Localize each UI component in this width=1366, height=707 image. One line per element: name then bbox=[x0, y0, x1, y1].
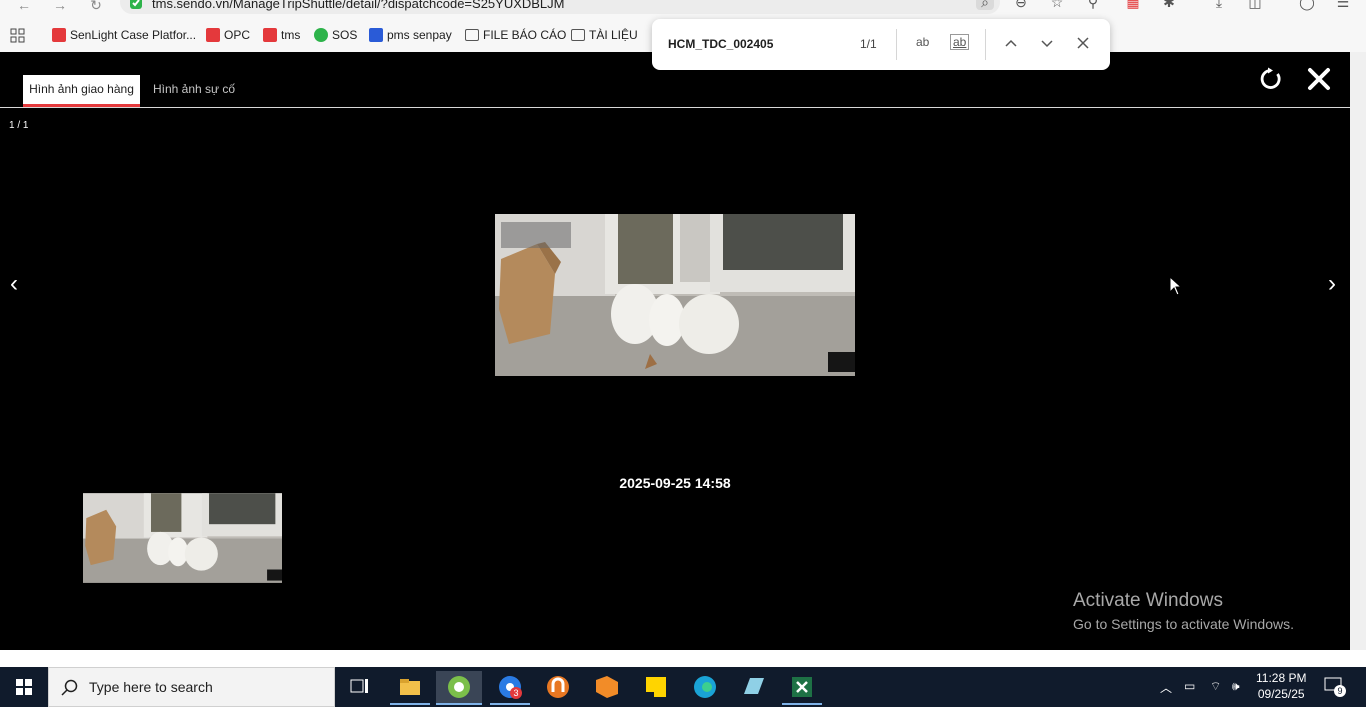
windows-start-icon[interactable] bbox=[0, 667, 48, 707]
whole-word-button[interactable]: ab bbox=[950, 34, 970, 50]
secure-site-icon[interactable] bbox=[129, 0, 143, 10]
delivery-photo bbox=[495, 214, 855, 376]
senpay-icon bbox=[369, 28, 383, 42]
download-icon[interactable]: ⤓ bbox=[1210, 0, 1228, 10]
find-bar: HCM_TDC_002405 1/1 ab ab bbox=[652, 19, 1110, 70]
url-text[interactable]: tms.sendo.vn/ManageTripShuttle/detail/?d… bbox=[152, 0, 565, 11]
tab-incident-images[interactable]: Hình ảnh sự cố bbox=[153, 75, 235, 107]
folder-icon bbox=[571, 29, 585, 41]
tab-delivery-images[interactable]: Hình ảnh giao hàng bbox=[23, 75, 140, 107]
page-scrollbar[interactable] bbox=[1350, 52, 1366, 650]
system-clock[interactable]: 11:28 PM 09/25/25 bbox=[1256, 670, 1306, 702]
sendo-icon bbox=[52, 28, 66, 42]
notification-count: 9 bbox=[1334, 685, 1346, 697]
search-icon bbox=[61, 679, 78, 696]
image-viewer: Hình ảnh giao hàng Hình ảnh sự cố 1 / 1 … bbox=[0, 52, 1350, 650]
volume-icon[interactable]: 🕪 bbox=[1232, 679, 1240, 694]
profile-icon[interactable]: ◯ bbox=[1298, 0, 1316, 10]
menu-icon[interactable]: ☰ bbox=[1334, 0, 1352, 10]
chrome-icon[interactable]: 3 bbox=[490, 671, 530, 705]
chevron-up-icon[interactable] bbox=[1005, 38, 1017, 48]
sticky-notes-icon[interactable] bbox=[636, 671, 676, 703]
sos-icon bbox=[314, 28, 328, 42]
divider bbox=[896, 29, 897, 60]
divider bbox=[985, 29, 986, 60]
chevron-down-icon[interactable] bbox=[1041, 39, 1053, 49]
sendo-icon bbox=[206, 28, 220, 42]
image-counter: 1 / 1 bbox=[9, 120, 29, 131]
battery-icon[interactable]: ▭ bbox=[1184, 679, 1195, 693]
edge-icon[interactable] bbox=[685, 671, 725, 703]
wifi-icon[interactable]: ⌔ bbox=[1210, 679, 1221, 694]
apps-grid-icon[interactable] bbox=[10, 28, 25, 43]
find-match-count: 1/1 bbox=[860, 37, 877, 51]
taskbar-search[interactable]: Type here to search bbox=[48, 667, 335, 707]
find-in-page-icon[interactable]: ⌕ bbox=[976, 0, 994, 10]
star-icon[interactable]: ☆ bbox=[1048, 0, 1066, 10]
find-input[interactable]: HCM_TDC_002405 bbox=[668, 37, 773, 51]
sendo-icon bbox=[263, 28, 277, 42]
task-view-icon[interactable] bbox=[340, 671, 380, 703]
file-explorer-icon[interactable] bbox=[390, 671, 430, 705]
chrome-profile-icon[interactable] bbox=[436, 671, 482, 705]
close-icon[interactable] bbox=[1306, 66, 1332, 92]
forward-icon[interactable]: → bbox=[50, 0, 70, 12]
rotate-icon[interactable] bbox=[1258, 66, 1284, 92]
next-image-button[interactable]: › bbox=[1328, 270, 1336, 298]
mouse-cursor-icon bbox=[1169, 276, 1181, 296]
show-hidden-icons[interactable]: ︿ bbox=[1160, 679, 1172, 696]
ultraviewer-icon[interactable] bbox=[538, 671, 578, 703]
bookmark-senlight[interactable]: SenLight Case Platfor... bbox=[52, 26, 196, 44]
close-find-icon[interactable] bbox=[1077, 37, 1089, 49]
bookmark-sos[interactable]: SOS bbox=[314, 26, 357, 44]
bookmark-file-bao-cao[interactable]: FILE BÁO CÁO bbox=[465, 26, 566, 44]
activate-windows-watermark: Activate Windows Go to Settings to activ… bbox=[1073, 590, 1294, 632]
search-placeholder: Type here to search bbox=[89, 679, 213, 695]
notification-center-icon[interactable]: 9 bbox=[1324, 677, 1346, 697]
sublime-icon[interactable] bbox=[587, 671, 627, 703]
reload-icon[interactable]: ↻ bbox=[86, 0, 106, 12]
bookmark-pms-senpay[interactable]: pms senpay bbox=[369, 26, 452, 44]
chrome-notification-badge: 3 bbox=[510, 687, 522, 699]
extension-app-icon[interactable]: ▦ bbox=[1124, 0, 1142, 10]
password-manager-icon[interactable]: ⚲ bbox=[1084, 0, 1102, 10]
excel-icon[interactable] bbox=[782, 671, 822, 705]
photo-timestamp: 2025-09-25 14:58 bbox=[619, 475, 731, 491]
back-icon[interactable]: ← bbox=[14, 0, 34, 12]
folder-icon bbox=[465, 29, 479, 41]
bookmark-opc[interactable]: OPC bbox=[206, 26, 250, 44]
bookmark-tms[interactable]: tms bbox=[263, 26, 300, 44]
match-case-button[interactable]: ab bbox=[916, 35, 929, 49]
windows-taskbar: Type here to search 3 ︿ ▭ ⌔ 🕪 11:28 PM 0… bbox=[0, 667, 1366, 707]
tab-divider bbox=[0, 107, 1350, 108]
photo-thumbnail[interactable] bbox=[83, 493, 282, 583]
prev-image-button[interactable]: ‹ bbox=[10, 270, 18, 298]
split-view-icon[interactable]: ◫ bbox=[1246, 0, 1264, 10]
zoom-out-icon[interactable]: ⊖ bbox=[1012, 0, 1030, 10]
extensions-icon[interactable]: ✱ bbox=[1160, 0, 1178, 10]
bookmark-tai-lieu[interactable]: TÀI LIỆU bbox=[571, 26, 638, 44]
notepad-icon[interactable] bbox=[733, 671, 773, 703]
